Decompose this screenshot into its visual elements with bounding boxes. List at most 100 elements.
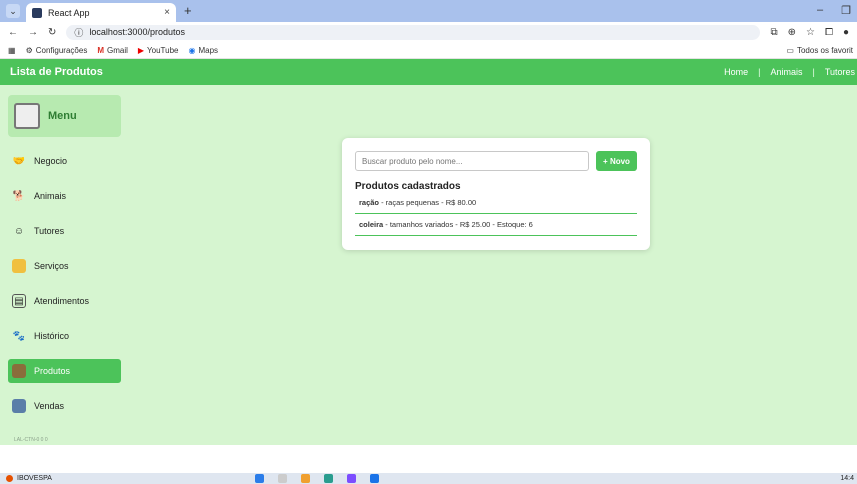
sidebar-item-label: Serviços <box>34 261 69 271</box>
bookmark-label: Gmail <box>107 45 128 55</box>
extensions-icon[interactable]: ⧠ <box>825 27 833 38</box>
sidebar-item-label: Histórico <box>34 331 70 341</box>
tab-search-icon[interactable]: ⌄ <box>6 4 20 18</box>
search-icon[interactable] <box>278 474 287 483</box>
product-details: - tamanhos variados - R$ 25.00 - Estoque… <box>383 220 533 229</box>
nav-separator: | <box>758 67 761 77</box>
profile-avatar[interactable]: ● <box>843 27 849 38</box>
zoom-icon[interactable]: ⊕ <box>788 27 796 38</box>
reload-icon[interactable]: ↻ <box>48 27 56 38</box>
top-nav: Home | Animais | Tutores <box>724 67 857 77</box>
gmail-icon: M <box>97 45 104 55</box>
maps-icon: ◉ <box>188 45 196 55</box>
main-layout: Menu 🤝 Negocio 🐕 Animais ☺ Tutores Servi… <box>0 85 857 445</box>
list-item[interactable]: coleira - tamanhos variados - R$ 25.00 -… <box>355 214 637 236</box>
clock: 14:4 <box>840 475 854 482</box>
new-product-button[interactable]: + Novo <box>596 151 637 171</box>
sidebar-item-negocio[interactable]: 🤝 Negocio <box>8 149 121 173</box>
browser-icon[interactable] <box>324 474 333 483</box>
sidebar-item-historico[interactable]: 🐾 Histórico <box>8 324 121 348</box>
taskbar-apps <box>255 474 379 483</box>
minimize-icon[interactable]: – <box>817 4 823 17</box>
stock-ticker-label[interactable]: IBOVESPA <box>17 475 52 482</box>
sidebar: Menu 🤝 Negocio 🐕 Animais ☺ Tutores Servi… <box>0 85 129 445</box>
clipboard-icon: ▤ <box>12 294 26 308</box>
sidebar-item-label: Negocio <box>34 156 68 166</box>
forward-icon[interactable]: → <box>28 27 38 38</box>
sidebar-item-label: Tutores <box>34 226 65 236</box>
sidebar-footer: LAL-CTN-0 0 0 <box>14 437 48 443</box>
bookmark-maps[interactable]: ◉ Maps <box>188 46 218 55</box>
os-taskbar: IBOVESPA 14:4 <box>0 473 857 484</box>
business-icon: 🤝 <box>12 155 26 167</box>
service-icon <box>12 259 26 273</box>
bookmark-label: Maps <box>198 45 219 55</box>
sidebar-menu-header: Menu <box>8 95 121 137</box>
start-icon[interactable] <box>255 474 264 483</box>
sidebar-item-tutores[interactable]: ☺ Tutores <box>8 219 121 243</box>
maximize-icon[interactable]: ❐ <box>841 4 851 17</box>
animal-icon: 🐕 <box>12 190 26 202</box>
cast-icon[interactable]: ⧉ <box>770 27 777 38</box>
files-icon[interactable] <box>301 474 310 483</box>
folder-icon: ▭ <box>786 45 794 55</box>
all-bookmarks[interactable]: ▭ Todos os favorit <box>786 46 853 55</box>
sidebar-item-label: Animais <box>34 191 67 201</box>
nav-separator: | <box>812 67 815 77</box>
bookmark-label: YouTube <box>147 45 179 55</box>
bookmarks-bar: ▦ ⚙ Configurações M Gmail ▶ YouTube ◉ Ma… <box>0 42 857 59</box>
list-item[interactable]: ração - raças pequenas - R$ 80.00 <box>355 192 637 214</box>
content-area: + Novo Produtos cadastrados ração - raça… <box>129 85 857 445</box>
product-details: - raças pequenas - R$ 80.00 <box>379 198 477 207</box>
sidebar-item-atendimentos[interactable]: ▤ Atendimentos <box>8 289 121 313</box>
menu-label: Menu <box>48 110 77 122</box>
nav-tutores[interactable]: Tutores <box>825 67 855 77</box>
apps-icon[interactable]: ▦ <box>8 46 16 55</box>
app-icon[interactable] <box>347 474 356 483</box>
sidebar-item-servicos[interactable]: Serviços <box>8 254 121 278</box>
tab-title: React App <box>48 7 90 18</box>
gear-icon: ⚙ <box>25 45 33 55</box>
sales-icon <box>12 399 26 413</box>
bookmark-gmail[interactable]: M Gmail <box>97 46 128 55</box>
sidebar-item-vendas[interactable]: Vendas <box>8 394 121 418</box>
bookmark-configuracoes[interactable]: ⚙ Configurações <box>26 46 88 55</box>
person-icon: ☺ <box>13 225 25 237</box>
vscode-icon[interactable] <box>370 474 379 483</box>
store-icon <box>14 103 40 129</box>
app-header: Lista de Produtos Home | Animais | Tutor… <box>0 59 857 85</box>
bookmark-star-icon[interactable]: ☆ <box>806 27 815 38</box>
sidebar-item-label: Vendas <box>34 401 65 411</box>
address-bar: ← → ↻ ⓘ localhost:3000/produtos ⧉ ⊕ ☆ ⧠ … <box>0 22 857 42</box>
sidebar-item-label: Atendimentos <box>34 296 90 306</box>
browser-tab[interactable]: React App × <box>26 3 176 22</box>
store-icon <box>12 364 26 378</box>
url-field[interactable]: ⓘ localhost:3000/produtos <box>66 24 761 40</box>
nav-animais[interactable]: Animais <box>770 67 802 77</box>
list-title: Produtos cadastrados <box>355 181 461 192</box>
site-info-icon[interactable]: ⓘ <box>74 26 83 39</box>
page-title: Lista de Produtos <box>10 66 103 78</box>
react-favicon-icon <box>32 7 42 18</box>
sidebar-item-produtos[interactable]: Produtos <box>8 359 121 383</box>
product-name: coleira <box>359 220 384 229</box>
window-controls: – ❐ <box>817 4 851 17</box>
sidebar-item-label: Produtos <box>34 366 71 376</box>
back-icon[interactable]: ← <box>8 27 18 38</box>
product-name: ração <box>359 198 380 207</box>
address-actions: ⧉ ⊕ ☆ ⧠ ● <box>770 27 849 38</box>
history-icon: 🐾 <box>12 330 26 342</box>
search-input[interactable] <box>355 151 589 171</box>
tab-close-icon[interactable]: × <box>164 7 170 18</box>
browser-tab-bar: ⌄ React App × + – ❐ <box>0 0 857 22</box>
youtube-icon: ▶ <box>137 45 145 55</box>
search-row: + Novo <box>355 151 637 171</box>
nav-home[interactable]: Home <box>724 67 748 77</box>
products-card: + Novo Produtos cadastrados ração - raça… <box>342 138 650 250</box>
bookmark-label: Configurações <box>35 45 88 55</box>
new-tab-button[interactable]: + <box>184 3 192 18</box>
sidebar-item-animais[interactable]: 🐕 Animais <box>8 184 121 208</box>
stock-ticker-icon <box>6 475 13 482</box>
bookmark-youtube[interactable]: ▶ YouTube <box>138 46 179 55</box>
url-text: localhost:3000/produtos <box>89 27 185 37</box>
